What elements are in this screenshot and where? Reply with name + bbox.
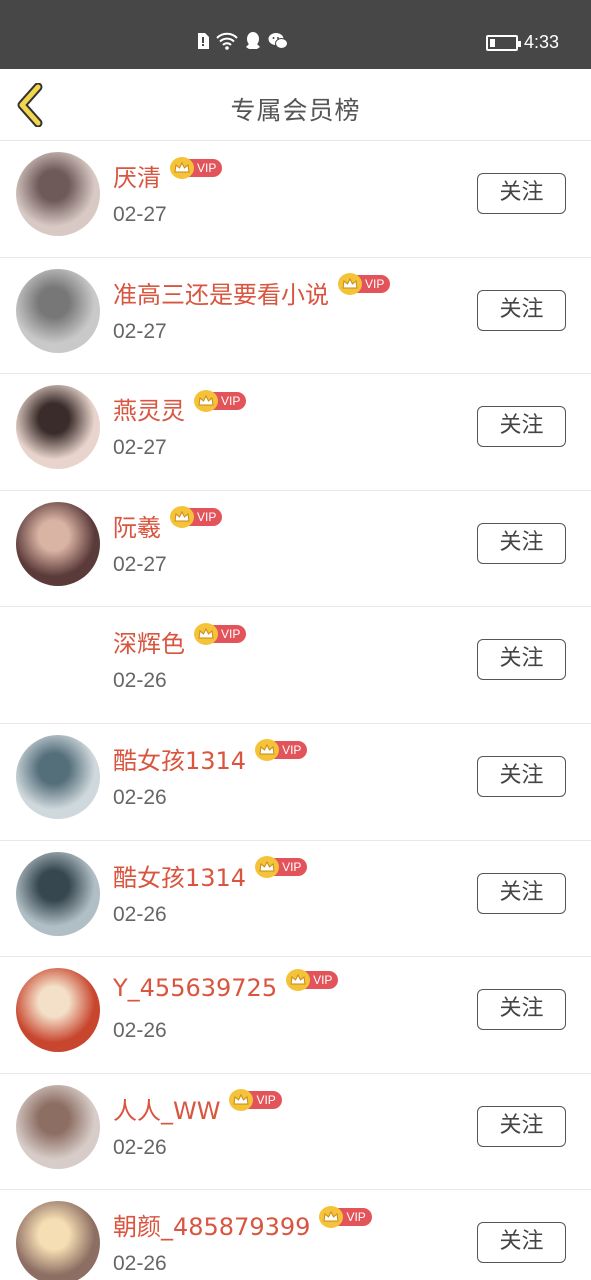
crown-icon bbox=[194, 622, 218, 645]
name-line: 朝颜_485879399 VIP bbox=[113, 1205, 372, 1242]
avatar[interactable] bbox=[16, 618, 100, 702]
member-name[interactable]: 酷女孩1314 bbox=[113, 741, 246, 776]
vip-badge: VIP bbox=[194, 389, 247, 412]
name-line: Y_455639725 VIP bbox=[113, 969, 339, 1002]
follow-button[interactable]: 关注 bbox=[477, 406, 566, 448]
status-right: 4:33 bbox=[485, 32, 559, 53]
vip-badge: VIP bbox=[338, 273, 391, 296]
avatar[interactable] bbox=[16, 734, 100, 819]
list-item[interactable]: 酷女孩1314 VIP 02-26 关注 bbox=[0, 840, 591, 958]
follow-button[interactable]: 关注 bbox=[477, 289, 566, 331]
member-name[interactable]: 人人_WW bbox=[113, 1091, 220, 1126]
avatar[interactable] bbox=[16, 851, 100, 936]
notification-icons bbox=[196, 31, 288, 55]
page-header: 专属会员榜 bbox=[0, 69, 591, 141]
follow-button[interactable]: 关注 bbox=[477, 522, 566, 564]
crown-icon bbox=[170, 156, 194, 179]
avatar[interactable] bbox=[16, 268, 100, 353]
name-line: 深辉色 VIP bbox=[113, 622, 247, 659]
avatar[interactable] bbox=[16, 1201, 100, 1280]
vip-badge: VIP bbox=[194, 622, 247, 645]
member-name[interactable]: 朝颜_485879399 bbox=[113, 1207, 310, 1242]
member-name[interactable]: Y_455639725 bbox=[113, 974, 277, 1002]
member-date: 02-26 bbox=[113, 1135, 167, 1159]
list-item[interactable]: 酷女孩1314 VIP 02-26 关注 bbox=[0, 723, 591, 841]
status-bar: 4:33 bbox=[0, 0, 591, 69]
vip-badge: VIP bbox=[255, 856, 308, 879]
name-line: 厌清 VIP bbox=[113, 156, 223, 193]
follow-button[interactable]: 关注 bbox=[477, 173, 566, 214]
follow-button[interactable]: 关注 bbox=[477, 755, 566, 797]
member-name[interactable]: 酷女孩1314 bbox=[113, 858, 246, 893]
member-date: 02-26 bbox=[113, 785, 167, 809]
member-date: 02-26 bbox=[113, 1019, 167, 1043]
name-line: 人人_WW VIP bbox=[113, 1089, 282, 1126]
member-name[interactable]: 准高三还是要看小说 bbox=[113, 275, 329, 310]
member-date: 02-27 bbox=[113, 319, 167, 343]
list-item[interactable]: 准高三还是要看小说 VIP 02-27 关注 bbox=[0, 257, 591, 375]
member-date: 02-27 bbox=[113, 436, 167, 460]
member-name[interactable]: 阮羲 bbox=[113, 508, 161, 543]
name-line: 酷女孩1314 VIP bbox=[113, 856, 308, 893]
avatar[interactable] bbox=[16, 501, 100, 586]
name-line: 燕灵灵 VIP bbox=[113, 389, 247, 426]
battery-icon bbox=[485, 34, 521, 51]
member-date: 02-27 bbox=[113, 552, 167, 576]
follow-button[interactable]: 关注 bbox=[477, 1105, 566, 1147]
list-item[interactable]: Y_455639725 VIP 02-26 关注 bbox=[0, 957, 591, 1074]
vip-badge: VIP bbox=[319, 1205, 372, 1228]
list-item[interactable]: 厌清 VIP 02-27 关注 bbox=[0, 141, 591, 258]
member-list: 厌清 VIP 02-27 关注 准高三还是要看小说 VIP 02-27 关注 燕灵灵 VIP 02-… bbox=[0, 141, 591, 1280]
battery-level bbox=[489, 38, 495, 47]
member-name[interactable]: 厌清 bbox=[113, 158, 161, 193]
status-time: 4:33 bbox=[523, 32, 559, 52]
list-item[interactable]: 人人_WW VIP 02-26 关注 bbox=[0, 1073, 591, 1191]
crown-icon bbox=[255, 856, 280, 879]
qq-icon bbox=[244, 31, 262, 55]
avatar[interactable] bbox=[16, 152, 100, 236]
follow-button[interactable]: 关注 bbox=[477, 989, 566, 1031]
wifi-icon bbox=[216, 32, 238, 54]
avatar[interactable] bbox=[16, 1084, 100, 1169]
crown-icon bbox=[194, 389, 218, 412]
crown-icon bbox=[338, 273, 362, 296]
page-title: 专属会员榜 bbox=[230, 96, 361, 125]
member-name[interactable]: 燕灵灵 bbox=[113, 391, 185, 426]
vip-badge: VIP bbox=[170, 506, 223, 529]
list-item[interactable]: 朝颜_485879399 VIP 02-26 关注 bbox=[0, 1190, 591, 1280]
member-date: 02-26 bbox=[113, 669, 167, 693]
member-name[interactable]: 深辉色 bbox=[113, 624, 185, 659]
member-date: 02-27 bbox=[113, 203, 167, 226]
list-item[interactable]: 深辉色 VIP 02-26 关注 bbox=[0, 607, 591, 724]
wechat-icon bbox=[268, 32, 288, 54]
member-date: 02-26 bbox=[113, 1252, 167, 1276]
name-line: 酷女孩1314 VIP bbox=[113, 739, 308, 776]
follow-button[interactable]: 关注 bbox=[477, 1222, 566, 1264]
vip-badge: VIP bbox=[170, 156, 223, 179]
vip-badge: VIP bbox=[255, 739, 308, 762]
list-item[interactable]: 阮羲 VIP 02-27 关注 bbox=[0, 490, 591, 608]
member-date: 02-26 bbox=[113, 902, 167, 926]
follow-button[interactable]: 关注 bbox=[477, 872, 566, 914]
vip-badge: VIP bbox=[286, 969, 339, 992]
follow-button[interactable]: 关注 bbox=[477, 639, 566, 681]
name-line: 准高三还是要看小说 VIP bbox=[113, 273, 391, 310]
vip-badge: VIP bbox=[229, 1089, 282, 1112]
list-item[interactable]: 燕灵灵 VIP 02-27 关注 bbox=[0, 374, 591, 491]
name-line: 阮羲 VIP bbox=[113, 506, 223, 543]
sim-alert-icon bbox=[196, 32, 210, 54]
avatar[interactable] bbox=[16, 385, 100, 470]
avatar[interactable] bbox=[16, 968, 100, 1053]
